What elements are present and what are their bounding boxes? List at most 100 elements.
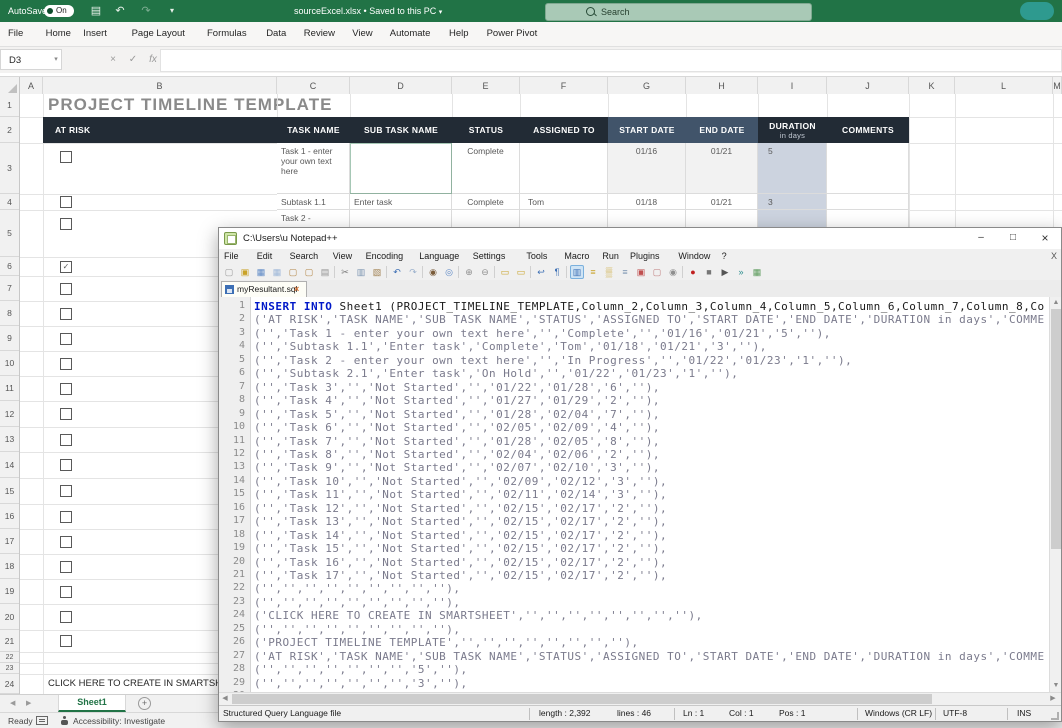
- notepad-editor[interactable]: 1234567891011121314151617181920212223242…: [219, 297, 1061, 692]
- cell-C3[interactable]: Task 1 - enter your own text here: [277, 143, 350, 194]
- name-box-caret-icon[interactable]: ▾: [50, 49, 62, 70]
- np-menu-plugins[interactable]: Plugins: [630, 249, 660, 264]
- search-box[interactable]: Search: [545, 3, 812, 21]
- column-header-G[interactable]: G: [608, 77, 686, 95]
- cell-G4[interactable]: 01/18: [608, 194, 686, 210]
- at-risk-checkbox-row6-checked[interactable]: ✓: [60, 261, 72, 273]
- cell-H4[interactable]: 01/21: [686, 194, 758, 210]
- horizontal-scrollbar[interactable]: ◀ ▶: [219, 692, 1061, 705]
- row-header-20[interactable]: 20: [0, 604, 19, 630]
- at-risk-checkbox-row9[interactable]: [60, 333, 72, 345]
- cell-E3[interactable]: Complete: [452, 143, 520, 194]
- at-risk-checkbox-row8[interactable]: [60, 308, 72, 320]
- notepad-titlebar[interactable]: C:\Users\u Notepad++ – □ ×: [219, 228, 1061, 249]
- ribbon-tab-review[interactable]: Review: [304, 22, 335, 46]
- column-header-E[interactable]: E: [452, 77, 520, 95]
- copy-icon[interactable]: ▥: [354, 265, 368, 279]
- redo-icon[interactable]: ↷: [406, 265, 420, 279]
- ribbon-tab-insert[interactable]: Insert: [83, 22, 107, 46]
- function-list-icon[interactable]: ≡: [586, 265, 600, 279]
- save-macro-icon[interactable]: ▦: [750, 265, 764, 279]
- cell-I4[interactable]: 3: [758, 194, 827, 210]
- menubar-close-doc[interactable]: X: [1051, 249, 1057, 264]
- accessibility-status[interactable]: Accessibility: Investigate: [73, 713, 165, 728]
- row-header-23[interactable]: 23: [0, 663, 19, 674]
- row-header-7[interactable]: 7: [0, 276, 19, 301]
- at-risk-checkbox-row5[interactable]: [60, 218, 72, 230]
- indent-guide-icon[interactable]: ▥: [570, 265, 584, 279]
- vertical-scrollbar[interactable]: ▲ ▼: [1049, 297, 1061, 692]
- cell-F3[interactable]: [520, 143, 608, 194]
- record-macro-icon[interactable]: ●: [686, 265, 700, 279]
- at-risk-checkbox-row13[interactable]: [60, 434, 72, 446]
- column-header-A[interactable]: A: [20, 77, 43, 95]
- at-risk-checkbox-row3[interactable]: [60, 151, 72, 163]
- cell-J4[interactable]: [827, 194, 909, 210]
- at-risk-checkbox-row11[interactable]: [60, 383, 72, 395]
- cell-E4[interactable]: Complete: [452, 194, 520, 210]
- formula-input[interactable]: [160, 49, 1062, 72]
- row-header-8[interactable]: 8: [0, 301, 19, 326]
- close-button[interactable]: ×: [1031, 228, 1059, 249]
- stop-macro-icon[interactable]: ■: [702, 265, 716, 279]
- row-header-15[interactable]: 15: [0, 478, 19, 504]
- tab-close-icon[interactable]: ×: [294, 282, 299, 297]
- resize-grip[interactable]: [1051, 712, 1059, 720]
- at-risk-checkbox-row14[interactable]: [60, 459, 72, 471]
- row-header-10[interactable]: 10: [0, 351, 19, 376]
- row-header-1[interactable]: 1: [0, 94, 19, 117]
- select-all-corner[interactable]: [0, 77, 20, 95]
- scroll-left-icon[interactable]: ◀: [219, 693, 231, 705]
- paste-icon[interactable]: ▧: [370, 265, 384, 279]
- column-header-L[interactable]: L: [955, 77, 1053, 95]
- row-header-21[interactable]: 21: [0, 630, 19, 652]
- scroll-up-icon[interactable]: ▲: [1050, 297, 1061, 309]
- at-risk-checkbox-row21[interactable]: [60, 635, 72, 647]
- save-icon[interactable]: ▦: [254, 265, 268, 279]
- np-menu-tools[interactable]: Tools: [526, 249, 547, 264]
- find-icon[interactable]: ◉: [426, 265, 440, 279]
- sheet-next-icon[interactable]: ▶: [26, 695, 31, 713]
- np-menu-language[interactable]: Language: [419, 249, 459, 264]
- folder-workspace-icon[interactable]: ▣: [634, 265, 648, 279]
- smartsheet-link-text[interactable]: CLICK HERE TO CREATE IN SMARTSHE: [48, 678, 228, 689]
- sync-scroll-h-icon[interactable]: ▭: [514, 265, 528, 279]
- close-doc-icon[interactable]: ▢: [286, 265, 300, 279]
- open-folder-icon[interactable]: ▣: [238, 265, 252, 279]
- row-header-24[interactable]: 24: [0, 674, 19, 694]
- print-icon[interactable]: ▤: [318, 265, 332, 279]
- row-header-12[interactable]: 12: [0, 401, 19, 427]
- ribbon-tab-view[interactable]: View: [352, 22, 372, 46]
- row-header-18[interactable]: 18: [0, 554, 19, 579]
- row-header-19[interactable]: 19: [0, 579, 19, 604]
- show-symbols-icon[interactable]: ¶: [550, 265, 564, 279]
- at-risk-checkbox-row16[interactable]: [60, 511, 72, 523]
- at-risk-checkbox-row20[interactable]: [60, 611, 72, 623]
- row-header-17[interactable]: 17: [0, 529, 19, 554]
- vertical-scroll-thumb[interactable]: [1051, 309, 1061, 549]
- quick-access-caret-icon[interactable]: ▾: [164, 3, 180, 19]
- add-sheet-button[interactable]: +: [138, 697, 151, 710]
- save-icon[interactable]: ▤: [88, 3, 104, 19]
- at-risk-checkbox-row15[interactable]: [60, 485, 72, 497]
- np-menu-encoding[interactable]: Encoding: [366, 249, 404, 264]
- row-header-3[interactable]: 3: [0, 143, 19, 194]
- row-header-16[interactable]: 16: [0, 504, 19, 529]
- ribbon-tab-page-layout[interactable]: Page Layout: [132, 22, 185, 46]
- monitor-icon[interactable]: ◉: [666, 265, 680, 279]
- np-menu-run[interactable]: Run: [602, 249, 619, 264]
- at-risk-checkbox-row17[interactable]: [60, 536, 72, 548]
- horizontal-scroll-thumb[interactable]: [232, 694, 932, 704]
- row-header-6[interactable]: 6: [0, 257, 19, 276]
- cell-F4[interactable]: Tom: [520, 194, 608, 210]
- macro-record-icon[interactable]: [36, 716, 48, 725]
- at-risk-checkbox-row4[interactable]: [60, 196, 72, 208]
- np-menu-window[interactable]: Window: [678, 249, 710, 264]
- np-menu-macro[interactable]: Macro: [564, 249, 589, 264]
- column-header-F[interactable]: F: [520, 77, 608, 95]
- doc-map-icon[interactable]: ▒: [602, 265, 616, 279]
- cell-D4[interactable]: Enter task: [350, 194, 452, 210]
- replace-icon[interactable]: ◎: [442, 265, 456, 279]
- zoom-out-icon[interactable]: ⊖: [478, 265, 492, 279]
- row-header-9[interactable]: 9: [0, 326, 19, 351]
